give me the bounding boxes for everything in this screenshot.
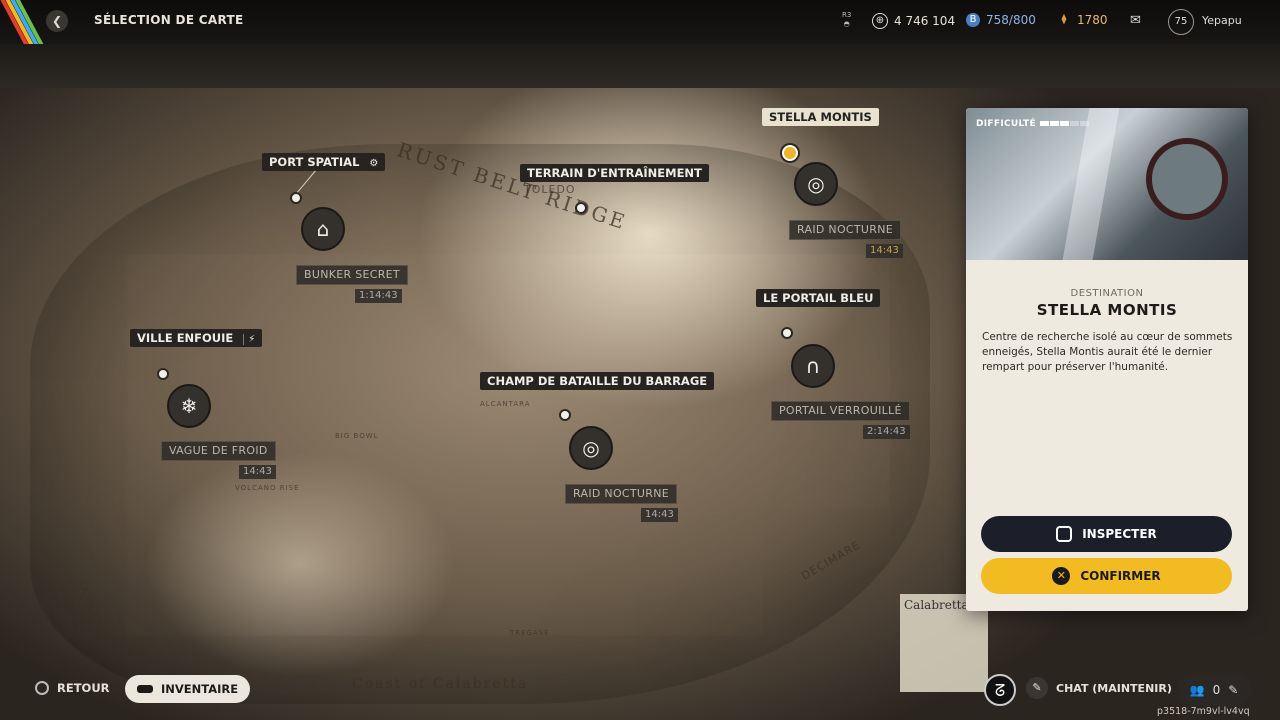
snowflake-icon[interactable]: ❄ bbox=[167, 384, 211, 428]
destination-panel: DIFFICULTÉ DESTINATION STELLA MONTIS Cen… bbox=[966, 108, 1248, 611]
difficulty-bar bbox=[1040, 121, 1050, 126]
brand-stripes bbox=[0, 0, 46, 44]
party-count: 0 bbox=[1212, 683, 1221, 697]
location-le-portail-bleu[interactable]: LE PORTAIL BLEU bbox=[756, 289, 881, 307]
circle-button-icon bbox=[35, 681, 49, 695]
chat-label: CHAT (MAINTENIR) bbox=[1056, 681, 1172, 695]
top-bar: ❮ SÉLECTION DE CARTE R3 ◓ ⊕ 4 746 104 B 7… bbox=[0, 0, 1280, 45]
location-pin[interactable] bbox=[559, 409, 571, 421]
pencil-icon: ✎ bbox=[1026, 677, 1048, 699]
resource-icon: ⧫ bbox=[1061, 14, 1067, 25]
destination-description: Centre de recherche isolé au cœur de som… bbox=[982, 331, 1233, 373]
game-logo-icon: ᘔ bbox=[984, 674, 1016, 706]
back-button[interactable]: ❮ bbox=[46, 10, 68, 32]
light-beam bbox=[1062, 108, 1120, 260]
map-frame bbox=[0, 44, 1280, 88]
page-title: SÉLECTION DE CARTE bbox=[94, 13, 244, 27]
bunker-icon[interactable]: ⌂ bbox=[301, 207, 345, 251]
hatch-shape bbox=[1146, 138, 1228, 220]
inspect-button[interactable]: INSPECTER bbox=[981, 516, 1232, 552]
difficulty-bar bbox=[1050, 121, 1060, 126]
destination-kicker: DESTINATION bbox=[1070, 288, 1144, 299]
location-port-spatial[interactable]: PORT SPATIAL ⚙ bbox=[262, 153, 386, 171]
event-label: RAID NOCTURNE bbox=[565, 484, 677, 504]
locked-gate-icon[interactable]: ∩ bbox=[791, 344, 835, 388]
location-terrain-entrainement[interactable]: TERRAIN D'ENTRAÎNEMENT bbox=[520, 164, 709, 182]
difficulty-bar bbox=[1060, 121, 1070, 126]
coin-icon: ⊕ bbox=[872, 13, 888, 29]
event-timer: 1:14:43 bbox=[355, 289, 402, 303]
gear-icon: ⚙ bbox=[369, 158, 379, 169]
chevron-left-icon: ❮ bbox=[51, 14, 63, 28]
blue-token-icon: B bbox=[966, 13, 980, 27]
location-pin[interactable] bbox=[575, 202, 587, 214]
location-label: VILLE ENFOUIE bbox=[137, 331, 234, 345]
event-timer: 14:43 bbox=[866, 244, 903, 258]
event-label: BUNKER SECRET bbox=[296, 265, 408, 285]
controller-stick-icon: ◓ bbox=[843, 20, 850, 28]
r3-label: R3 bbox=[842, 11, 852, 19]
party-widget[interactable]: 👥 0 ✎ bbox=[1176, 675, 1252, 705]
username: Yepapu bbox=[1202, 14, 1242, 27]
session-code: p3518-7m9vl-lv4vq bbox=[1157, 706, 1250, 717]
currency-tokens: B 758/800 bbox=[966, 13, 1036, 27]
currency-value: 1780 bbox=[1077, 13, 1108, 27]
back-label: RETOUR bbox=[57, 681, 110, 695]
inspect-label: INSPECTER bbox=[1082, 527, 1157, 541]
mail-icon[interactable]: ✉ bbox=[1130, 13, 1141, 28]
region-label-volcano-rise: VOLCANO RISE bbox=[235, 484, 300, 492]
difficulty-label: DIFFICULTÉ bbox=[976, 119, 1036, 129]
event-timer: 14:43 bbox=[239, 465, 276, 479]
level-badge[interactable]: 75 bbox=[1168, 9, 1194, 35]
currency-coins: ⊕ 4 746 104 bbox=[872, 13, 955, 29]
event-label: PORTAIL VERROUILLÉ bbox=[771, 401, 910, 421]
square-button-icon bbox=[1056, 526, 1073, 542]
selected-location-pin[interactable] bbox=[782, 145, 798, 161]
legend-title: Calabretta bbox=[904, 598, 969, 612]
r3-hint: R3 ◓ bbox=[842, 11, 851, 29]
event-label: VAGUE DE FROID bbox=[161, 441, 276, 461]
event-label: RAID NOCTURNE bbox=[789, 220, 901, 240]
destination-image: DIFFICULTÉ bbox=[966, 108, 1248, 260]
night-raid-icon[interactable]: ◎ bbox=[569, 426, 613, 470]
touchpad-icon bbox=[137, 685, 153, 693]
currency-value: 758/800 bbox=[986, 13, 1036, 27]
inventory-button[interactable]: INVENTAIRE bbox=[125, 675, 251, 703]
night-raid-icon[interactable]: ◎ bbox=[794, 162, 838, 206]
currency-resource: ⧫ 1780 bbox=[1057, 13, 1108, 27]
currency-value: 4 746 104 bbox=[894, 14, 956, 28]
location-ville-enfouie[interactable]: VILLE ENFOUIE ⚡ bbox=[130, 329, 263, 347]
region-label-toledo: TOLEDO bbox=[524, 183, 576, 196]
party-icon: 👥 bbox=[1189, 683, 1205, 697]
region-label-tregase: TREGASE bbox=[510, 629, 550, 637]
location-label: PORT SPATIAL bbox=[269, 155, 360, 169]
region-label-alcantara: ALCANTARA bbox=[480, 400, 531, 408]
difficulty-bar bbox=[1080, 121, 1090, 126]
location-pin[interactable] bbox=[290, 192, 302, 204]
location-stella-montis[interactable]: STELLA MONTIS bbox=[762, 108, 879, 126]
destination-name: STELLA MONTIS bbox=[1036, 301, 1178, 319]
confirm-label: CONFIRMER bbox=[1080, 569, 1161, 583]
event-timer: 14:43 bbox=[641, 508, 678, 522]
pencil-icon: ✎ bbox=[1228, 683, 1239, 697]
region-label-coast: Coast of Calabretta bbox=[352, 676, 529, 692]
back-footer-button[interactable]: RETOUR bbox=[35, 681, 110, 695]
location-pin[interactable] bbox=[157, 368, 169, 380]
location-pin[interactable] bbox=[781, 327, 793, 339]
location-champ-de-bataille[interactable]: CHAMP DE BATAILLE DU BARRAGE bbox=[480, 372, 715, 390]
confirm-button[interactable]: ✕ CONFIRMER bbox=[981, 558, 1232, 594]
cross-button-icon: ✕ bbox=[1052, 567, 1071, 585]
difficulty-bar bbox=[1070, 121, 1080, 126]
inventory-label: INVENTAIRE bbox=[161, 682, 239, 696]
region-label-big-bowl: BIG BOWL bbox=[335, 432, 379, 440]
no-signal-icon: ⚡ bbox=[243, 334, 256, 345]
chat-hold[interactable]: ✎ CHAT (MAINTENIR) bbox=[1026, 677, 1172, 699]
difficulty-indicator: DIFFICULTÉ bbox=[976, 119, 1090, 129]
event-timer: 2:14:43 bbox=[863, 425, 910, 439]
